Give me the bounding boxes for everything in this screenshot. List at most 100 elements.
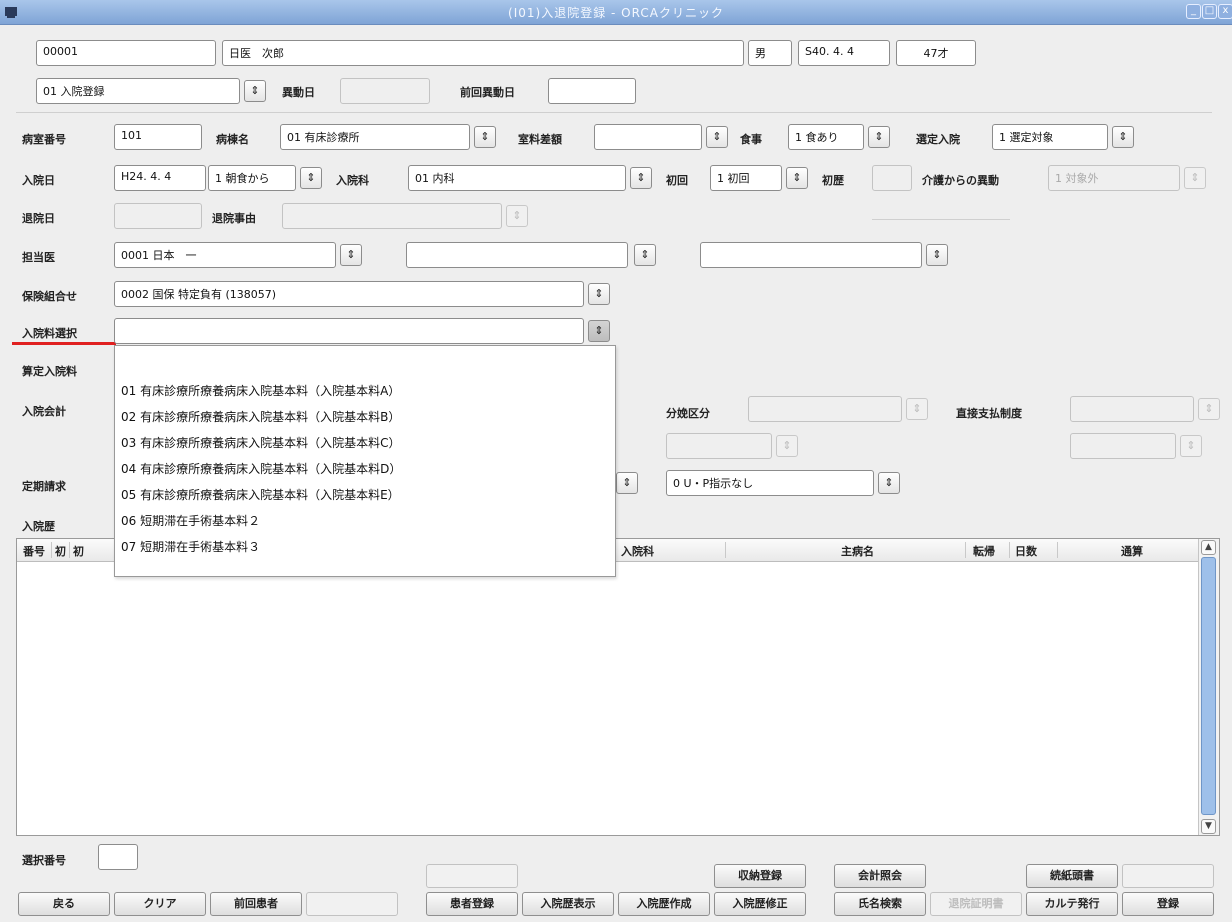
col-days[interactable]: 日数: [1015, 543, 1037, 559]
selected-admission-field[interactable]: 1 選定対象: [992, 124, 1108, 150]
fee-select-highlight: [12, 342, 116, 345]
room-fee-dropdown-button[interactable]: ⇕: [706, 126, 728, 148]
col-first[interactable]: 初: [55, 543, 66, 559]
periodic-label: 定期請求: [22, 480, 66, 493]
doctor1-dropdown-button[interactable]: ⇕: [340, 244, 362, 266]
maximize-button[interactable]: □: [1202, 4, 1217, 19]
first-visit-dropdown-button[interactable]: ⇕: [786, 167, 808, 189]
insurance-label: 保険組合せ: [22, 290, 77, 303]
discharge-certificate-button[interactable]: 退院証明書: [930, 892, 1022, 916]
doctor2-field[interactable]: [406, 242, 628, 268]
col-first2[interactable]: 初: [73, 543, 84, 559]
continuation-header-button[interactable]: 続紙頭書: [1026, 864, 1118, 888]
account-inquiry-button[interactable]: 会計照会: [834, 864, 926, 888]
direct-pay-dropdown-button[interactable]: ⇕: [1198, 398, 1220, 420]
first-history-label: 初歴: [822, 174, 844, 187]
doctor2-dropdown-button[interactable]: ⇕: [634, 244, 656, 266]
scroll-up-icon[interactable]: ▲: [1201, 540, 1216, 555]
chart-issue-button[interactable]: カルテ発行: [1026, 892, 1118, 916]
meal-field[interactable]: 1 食あり: [788, 124, 864, 150]
admission-date-field[interactable]: H24. 4. 4: [114, 165, 206, 191]
first-history-field[interactable]: [872, 165, 912, 191]
minimize-button[interactable]: _: [1186, 4, 1201, 19]
col-separator: [725, 542, 726, 558]
previous-patient-button[interactable]: 前回患者: [210, 892, 302, 916]
doctor-label: 担当医: [22, 251, 55, 264]
col-disease[interactable]: 主病名: [841, 543, 874, 559]
history-edit-button[interactable]: 入院歴修正: [714, 892, 806, 916]
table-scrollbar[interactable]: ▲ ▼: [1198, 539, 1219, 835]
department-label: 入院科: [336, 174, 369, 187]
room-label: 病室番号: [22, 133, 66, 146]
up-instruction-dropdown-button[interactable]: ⇕: [878, 472, 900, 494]
dropdown-option[interactable]: 03 有床診療所療養病床入院基本料（入院基本料C）: [121, 434, 400, 451]
history-create-button[interactable]: 入院歴作成: [618, 892, 710, 916]
periodic-dropdown-button[interactable]: ⇕: [616, 472, 638, 494]
register-button[interactable]: 登録: [1122, 892, 1214, 916]
accounting-sub-dropdown-button[interactable]: ⇕: [776, 435, 798, 457]
fee-select-dropdown-button[interactable]: ⇕: [588, 320, 610, 342]
room-field[interactable]: 101: [114, 124, 202, 150]
room-fee-field[interactable]: [594, 124, 702, 150]
calc-fee-label: 算定入院料: [22, 365, 77, 378]
direct-pay-sub-dropdown-button[interactable]: ⇕: [1180, 435, 1202, 457]
department-field[interactable]: 01 内科: [408, 165, 626, 191]
admission-history-table[interactable]: 番号 初 初 入院科 主病名 転帰 日数 通算 ▲ ▼: [16, 538, 1220, 836]
patient-id-field[interactable]: 00001: [36, 40, 216, 66]
fee-select-field[interactable]: [114, 318, 584, 344]
patient-register-button[interactable]: 患者登録: [426, 892, 518, 916]
dropdown-option[interactable]: 07 短期滞在手術基本料３: [121, 538, 260, 555]
doctor3-field[interactable]: [700, 242, 922, 268]
selected-admission-dropdown-button[interactable]: ⇕: [1112, 126, 1134, 148]
col-total[interactable]: 通算: [1121, 543, 1143, 559]
doctor1-field[interactable]: 0001 日本 一: [114, 242, 336, 268]
col-outcome[interactable]: 転帰: [973, 543, 995, 559]
process-mode-field[interactable]: 01 入院登録: [36, 78, 240, 104]
ward-field[interactable]: 01 有床診療所: [280, 124, 470, 150]
discharge-reason-dropdown-button[interactable]: ⇕: [506, 205, 528, 227]
scroll-thumb[interactable]: [1201, 557, 1216, 815]
delivery-dropdown-button[interactable]: ⇕: [906, 398, 928, 420]
ward-dropdown-button[interactable]: ⇕: [474, 126, 496, 148]
dropdown-option[interactable]: 01 有床診療所療養病床入院基本料（入院基本料A）: [121, 382, 400, 399]
meal-start-dropdown-button[interactable]: ⇕: [300, 167, 322, 189]
dropdown-option[interactable]: 05 有床診療所療養病床入院基本料（入院基本料E）: [121, 486, 400, 503]
patient-name-field: 日医 次郎: [222, 40, 744, 66]
accounting-sub-field[interactable]: [666, 433, 772, 459]
care-transfer-dropdown-button[interactable]: ⇕: [1184, 167, 1206, 189]
back-button[interactable]: 戻る: [18, 892, 110, 916]
select-number-field[interactable]: [98, 844, 138, 870]
discharge-reason-field[interactable]: [282, 203, 502, 229]
department-dropdown-button[interactable]: ⇕: [630, 167, 652, 189]
direct-pay-label: 直接支払制度: [956, 407, 1022, 420]
col-department[interactable]: 入院科: [621, 543, 654, 559]
process-mode-dropdown-button[interactable]: ⇕: [244, 80, 266, 102]
first-visit-field[interactable]: 1 初回: [710, 165, 782, 191]
meal-start-field[interactable]: 1 朝食から: [208, 165, 296, 191]
clear-button[interactable]: クリア: [114, 892, 206, 916]
prev-change-date-field[interactable]: [548, 78, 636, 104]
care-transfer-field[interactable]: 1 対象外: [1048, 165, 1180, 191]
discharge-date-field[interactable]: [114, 203, 202, 229]
selected-admission-label: 選定入院: [916, 133, 960, 146]
history-label: 入院歴: [22, 520, 55, 533]
col-number[interactable]: 番号: [23, 543, 45, 559]
delivery-field[interactable]: [748, 396, 902, 422]
direct-pay-field[interactable]: [1070, 396, 1194, 422]
close-button[interactable]: x: [1218, 4, 1232, 19]
insurance-field[interactable]: 0002 国保 特定負有 (138057): [114, 281, 584, 307]
dropdown-option[interactable]: 06 短期滞在手術基本料２: [121, 512, 260, 529]
insurance-dropdown-button[interactable]: ⇕: [588, 283, 610, 305]
doctor3-dropdown-button[interactable]: ⇕: [926, 244, 948, 266]
change-date-field[interactable]: [340, 78, 430, 104]
payment-register-button[interactable]: 収納登録: [714, 864, 806, 888]
dropdown-option[interactable]: 04 有床診療所療養病床入院基本料（入院基本料D）: [121, 460, 401, 477]
meal-dropdown-button[interactable]: ⇕: [868, 126, 890, 148]
up-instruction-field[interactable]: 0 U・P指示なし: [666, 470, 874, 496]
fee-select-dropdown-list[interactable]: 01 有床診療所療養病床入院基本料（入院基本料A） 02 有床診療所療養病床入院…: [114, 345, 616, 577]
direct-pay-sub-field[interactable]: [1070, 433, 1176, 459]
dropdown-option[interactable]: 02 有床診療所療養病床入院基本料（入院基本料B）: [121, 408, 400, 425]
scroll-down-icon[interactable]: ▼: [1201, 819, 1216, 834]
name-search-button[interactable]: 氏名検索: [834, 892, 926, 916]
history-display-button[interactable]: 入院歴表示: [522, 892, 614, 916]
